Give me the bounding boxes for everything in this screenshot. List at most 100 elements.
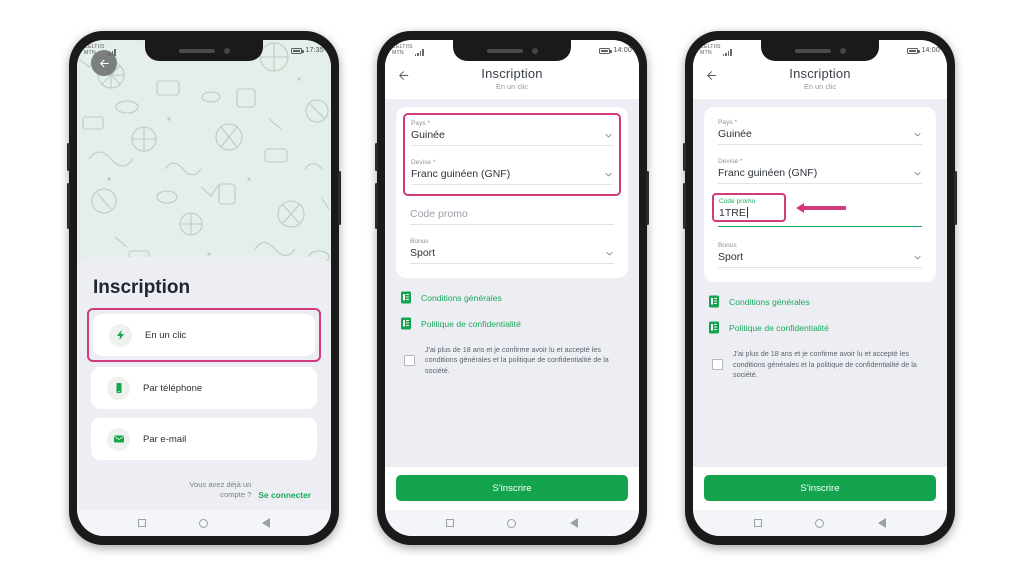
status-bar-right: 14:00 — [907, 47, 940, 54]
recent-apps-button[interactable] — [445, 519, 454, 527]
mobile-phone-icon — [107, 376, 130, 400]
document-icon — [401, 291, 411, 304]
option-par-email[interactable]: Par e-mail — [91, 418, 317, 460]
field-underline — [410, 224, 614, 225]
battery-icon — [907, 47, 920, 54]
phone-3: CELTIIS MTN 14:00 Inscription En un clic… — [683, 31, 957, 545]
hero-pattern-area: CELTIIS MTN 17:35 — [77, 40, 331, 271]
document-icon — [709, 295, 719, 308]
back-nav-button[interactable] — [878, 518, 887, 528]
field-devise[interactable]: Devise * Franc guinéen (GNF) — [718, 158, 922, 184]
field-underline — [410, 263, 614, 264]
field-value: Franc guinéen (GNF) — [718, 167, 818, 179]
option-par-telephone[interactable]: Par téléphone — [91, 367, 317, 409]
field-underline — [411, 184, 613, 185]
status-bar-left: CELTIIS MTN — [392, 44, 424, 57]
recent-apps-button[interactable] — [753, 519, 762, 527]
lightning-bolt-icon — [109, 323, 132, 347]
home-button[interactable] — [199, 518, 209, 528]
earpiece-speaker — [486, 48, 523, 53]
legal-links-2: Conditions générales Politique de confid… — [396, 278, 628, 380]
link-label: Conditions générales — [421, 292, 502, 303]
field-placeholder: Code promo — [410, 208, 468, 220]
field-bonus[interactable]: Bonus Sport — [410, 238, 614, 264]
submit-button[interactable]: S'inscrire — [704, 475, 936, 501]
login-prompt-row: Vous avez déjà un compte ? Se connecter — [91, 480, 317, 510]
arrow-head-icon — [796, 203, 804, 213]
phone-1: CELTIIS MTN 17:35 Inscription En un clic… — [67, 31, 341, 545]
phone-power-button — [954, 171, 957, 225]
field-bonus[interactable]: Bonus Sport — [718, 242, 922, 269]
arrow-shaft — [804, 206, 846, 210]
form-scroll-3: Pays * Guinée Devise * Franc guinéen (GN… — [693, 99, 947, 467]
status-bar-left: CELTIIS MTN — [84, 44, 116, 57]
highlight-box-country-currency: Pays * Guinée Devise * Franc guinéen (GN… — [403, 113, 621, 196]
signal-bars-icon — [414, 49, 424, 57]
front-camera — [839, 47, 846, 54]
consent-checkbox[interactable] — [404, 355, 415, 367]
home-button[interactable] — [507, 518, 517, 528]
option-label: Par e-mail — [143, 433, 187, 445]
status-time: 14:00 — [613, 47, 632, 54]
registration-sheet: Inscription En un clic Par téléphone Par… — [77, 257, 331, 510]
legal-links-3: Conditions générales Politique de confid… — [704, 282, 936, 384]
submit-button[interactable]: S'inscrire — [396, 475, 628, 501]
carrier-line-2: MTN — [392, 49, 404, 56]
login-link[interactable]: Se connecter — [258, 490, 311, 500]
field-pays[interactable]: Pays * Guinée — [718, 119, 922, 145]
status-bar-right: 17:35 — [291, 47, 324, 54]
phone-power-button — [338, 171, 341, 225]
page-subtitle: En un clic — [803, 82, 837, 91]
link-politique-confidentialite[interactable]: Politique de confidentialité — [400, 317, 624, 330]
field-label: Bonus — [410, 238, 429, 245]
android-nav-bar-2 — [385, 510, 639, 536]
front-camera — [531, 47, 538, 54]
link-label: Politique de confidentialité — [729, 322, 829, 333]
field-devise[interactable]: Devise * Franc guinéen (GNF) — [411, 159, 613, 185]
carrier-line-2: MTN — [700, 49, 712, 56]
field-value: Guinée — [718, 128, 752, 140]
back-nav-button[interactable] — [262, 518, 271, 528]
text-cursor — [746, 207, 749, 218]
earpiece-speaker — [794, 48, 831, 53]
recent-apps-button[interactable] — [137, 519, 146, 527]
field-code-promo[interactable]: Code promo — [410, 208, 614, 225]
field-label: Code promo — [719, 198, 756, 205]
field-code-promo-focused[interactable]: Code promo 1TRE — [712, 193, 922, 228]
chevron-down-icon — [914, 255, 921, 260]
carrier-line-2: MTN — [84, 49, 96, 56]
document-icon — [709, 321, 719, 334]
battery-icon — [599, 47, 612, 54]
page-title: Inscription — [789, 66, 851, 81]
option-en-un-clic[interactable]: En un clic — [93, 314, 315, 356]
promo-code-text: 1TRE — [719, 207, 746, 219]
page-subtitle: En un clic — [495, 82, 529, 91]
link-politique-confidentialite[interactable]: Politique de confidentialité — [708, 321, 932, 334]
option-wrap-email: Par e-mail — [91, 418, 317, 460]
chevron-down-icon — [605, 133, 612, 138]
field-underline — [718, 267, 922, 269]
field-label: Bonus — [718, 242, 737, 250]
back-nav-button[interactable] — [570, 518, 579, 528]
field-value: Franc guinéen (GNF) — [411, 168, 511, 180]
consent-checkbox[interactable] — [712, 359, 723, 371]
annotation-arrow — [796, 203, 846, 213]
home-button[interactable] — [815, 518, 825, 528]
consent-text: J'ai plus de 18 ans et je confirme avoir… — [425, 345, 609, 375]
link-conditions-generales[interactable]: Conditions générales — [708, 295, 932, 308]
field-label: Devise * — [411, 159, 436, 166]
page-title: Inscription — [481, 66, 543, 81]
battery-icon — [291, 47, 304, 54]
front-camera — [223, 47, 230, 54]
screenshot-stage: CELTIIS MTN 17:35 Inscription En un clic… — [0, 0, 1024, 576]
signal-bars-icon — [722, 49, 732, 57]
status-time: 14:00 — [921, 47, 940, 54]
link-conditions-generales[interactable]: Conditions générales — [400, 291, 624, 304]
chevron-down-icon — [914, 171, 921, 176]
field-pays[interactable]: Pays * Guinée — [411, 120, 613, 146]
option-label: Par téléphone — [143, 382, 203, 394]
phone-notch — [761, 40, 879, 61]
field-label: Devise * — [718, 158, 743, 165]
chevron-down-icon — [606, 251, 613, 256]
phone-3-screen: CELTIIS MTN 14:00 Inscription En un clic… — [693, 40, 947, 536]
